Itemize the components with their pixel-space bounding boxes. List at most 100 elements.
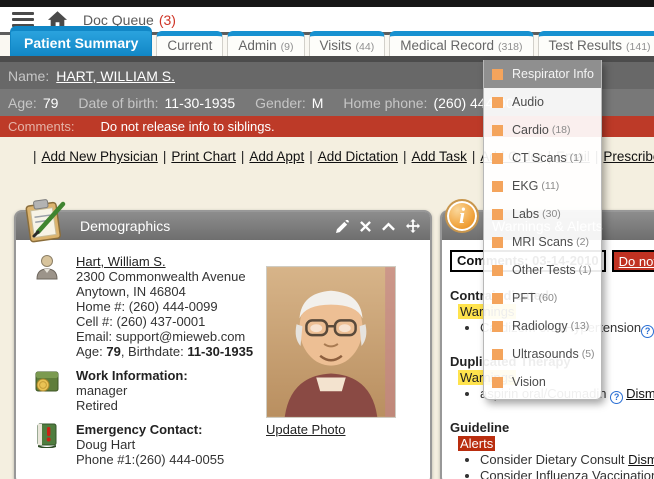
link-separator: | xyxy=(33,149,37,164)
tab-count: (44) xyxy=(356,41,375,53)
dropdown-item-label: Radiology xyxy=(512,319,568,333)
tab-medical-record[interactable]: Medical Record (318) xyxy=(389,31,533,56)
dropdown-item-cardio[interactable]: Cardio(18) xyxy=(484,116,601,144)
tab-label: Patient Summary xyxy=(24,35,138,51)
orange-square-icon xyxy=(492,125,503,136)
doc-queue-count: (3) xyxy=(159,12,176,28)
tab-label: Medical Record xyxy=(400,38,494,53)
home-phone-line: Home #: (260) 444-0099 xyxy=(76,299,253,314)
cell-phone-line: Cell #: (260) 437-0001 xyxy=(76,314,253,329)
alert-bullet-item: Consider Dietary Consult Dismiss xyxy=(480,452,654,467)
alert-text: Consider Influenza Vaccination xyxy=(480,468,654,479)
action-link-prescribe[interactable]: Prescribe xyxy=(603,149,654,164)
dropdown-item-label: PFT xyxy=(512,291,536,305)
dismiss-link[interactable]: Dismiss xyxy=(626,386,654,401)
do-not-release-link[interactable]: Do not release info to siblings. xyxy=(612,250,654,272)
dropdown-item-count: (60) xyxy=(539,292,558,304)
dropdown-item-labs[interactable]: Labs(30) xyxy=(484,200,601,228)
action-link-add-task[interactable]: Add Task xyxy=(412,149,467,164)
dropdown-item-label: MRI Scans xyxy=(512,235,573,249)
field-label: Gender: xyxy=(255,95,306,111)
orange-square-icon xyxy=(492,377,503,388)
link-separator: | xyxy=(309,149,313,164)
name-label: Name: xyxy=(8,68,49,84)
dropdown-item-other-tests[interactable]: Other Tests(1) xyxy=(484,256,601,284)
emergency-line-1: Doug Hart xyxy=(76,437,224,452)
tab-admin[interactable]: Admin(9) xyxy=(227,31,304,56)
action-link-add-appt[interactable]: Add Appt xyxy=(249,149,304,164)
dropdown-item-respirator-info[interactable]: Respirator Info xyxy=(484,60,601,88)
alert-text: Consider Dietary Consult xyxy=(480,452,628,467)
dropdown-item-label: CT Scans xyxy=(512,151,567,165)
clipboard-pen-icon xyxy=(20,196,68,244)
address-line-2: Anytown, IN 46804 xyxy=(76,284,253,299)
tab-label: Visits xyxy=(320,38,352,53)
section-tag-row: Alerts xyxy=(458,436,654,451)
dropdown-item-count: (5) xyxy=(582,348,595,360)
comments-text: Do not release info to siblings. xyxy=(100,119,274,134)
tab-label: Admin xyxy=(238,38,276,53)
action-link-add-dictation[interactable]: Add Dictation xyxy=(318,149,398,164)
orange-square-icon xyxy=(492,321,503,332)
field-label: Age: xyxy=(8,95,37,111)
edit-pencil-icon[interactable] xyxy=(336,220,349,233)
patient-name-link[interactable]: HART, WILLIAM S. xyxy=(56,68,175,84)
action-link-add-new-physician[interactable]: Add New Physician xyxy=(42,149,158,164)
dropdown-item-mri-scans[interactable]: MRI Scans(2) xyxy=(484,228,601,256)
action-link-print-chart[interactable]: Print Chart xyxy=(171,149,236,164)
age-birthdate-line: Age: 79, Birthdate: 11-30-1935 xyxy=(76,344,253,359)
link-separator: | xyxy=(241,149,245,164)
work-line-1: manager xyxy=(76,383,188,398)
link-separator: | xyxy=(472,149,476,164)
dropdown-item-ultrasounds[interactable]: Ultrasounds(5) xyxy=(484,340,601,368)
top-black-strip xyxy=(0,0,654,7)
test-results-dropdown: Respirator InfoAudioCardio(18)CT Scans(1… xyxy=(483,60,602,400)
patient-field-gender: Gender: M xyxy=(255,95,323,111)
patient-field-date-of-birth: Date of birth: 11-30-1935 xyxy=(78,95,235,111)
tab-test-results[interactable]: Test Results(141) xyxy=(538,31,654,56)
field-label: Date of birth: xyxy=(78,95,158,111)
age-value: 79 xyxy=(106,344,120,359)
dropdown-item-audio[interactable]: Audio xyxy=(484,88,601,116)
orange-square-icon xyxy=(492,349,503,360)
tab-visits[interactable]: Visits (44) xyxy=(309,31,386,56)
work-line-2: Retired xyxy=(76,398,188,413)
dropdown-item-count: (18) xyxy=(552,124,571,136)
dropdown-item-ekg[interactable]: EKG(11) xyxy=(484,172,601,200)
tab-count: (318) xyxy=(498,41,523,53)
dropdown-item-label: EKG xyxy=(512,179,538,193)
demographics-name-link[interactable]: Hart, William S. xyxy=(76,254,166,269)
move-icon[interactable] xyxy=(406,219,420,233)
orange-square-icon xyxy=(492,265,503,276)
field-value: M xyxy=(312,95,324,111)
dismiss-link[interactable]: Dismiss xyxy=(628,452,654,467)
dropdown-item-vision[interactable]: Vision xyxy=(484,368,601,396)
dropdown-item-label: Respirator Info xyxy=(512,67,594,81)
tab-patient-summary[interactable]: Patient Summary xyxy=(10,26,152,56)
close-icon[interactable] xyxy=(360,221,371,232)
dropdown-item-ct-scans[interactable]: CT Scans(1) xyxy=(484,144,601,172)
field-value: 11-30-1935 xyxy=(165,95,236,111)
dropdown-item-label: Other Tests xyxy=(512,263,576,277)
dropdown-item-count: (30) xyxy=(542,208,561,220)
orange-square-icon xyxy=(492,237,503,248)
menu-icon[interactable] xyxy=(12,12,34,27)
dropdown-item-label: Ultrasounds xyxy=(512,347,579,361)
help-question-icon[interactable]: ? xyxy=(641,325,654,338)
help-question-icon[interactable]: ? xyxy=(610,391,623,404)
orange-square-icon xyxy=(492,293,503,304)
demographics-panel: Demographics xyxy=(14,210,432,479)
dropdown-item-count: (1) xyxy=(579,264,592,276)
app-window: Doc Queue (3) Patient SummaryCurrentAdmi… xyxy=(0,0,654,479)
emergency-line-2: Phone #1:(260) 444-0055 xyxy=(76,452,224,467)
emergency-book-icon xyxy=(32,422,62,467)
tab-current[interactable]: Current xyxy=(156,31,223,56)
dropdown-item-radiology[interactable]: Radiology(13) xyxy=(484,312,601,340)
info-icon: i xyxy=(445,199,479,233)
work-info-header: Work Information: xyxy=(76,368,188,383)
dropdown-item-pft[interactable]: PFT(60) xyxy=(484,284,601,312)
dropdown-item-label: Audio xyxy=(512,95,544,109)
update-photo-link[interactable]: Update Photo xyxy=(266,422,346,437)
field-label: Home phone: xyxy=(343,95,427,111)
collapse-chevron-icon[interactable] xyxy=(382,222,395,231)
